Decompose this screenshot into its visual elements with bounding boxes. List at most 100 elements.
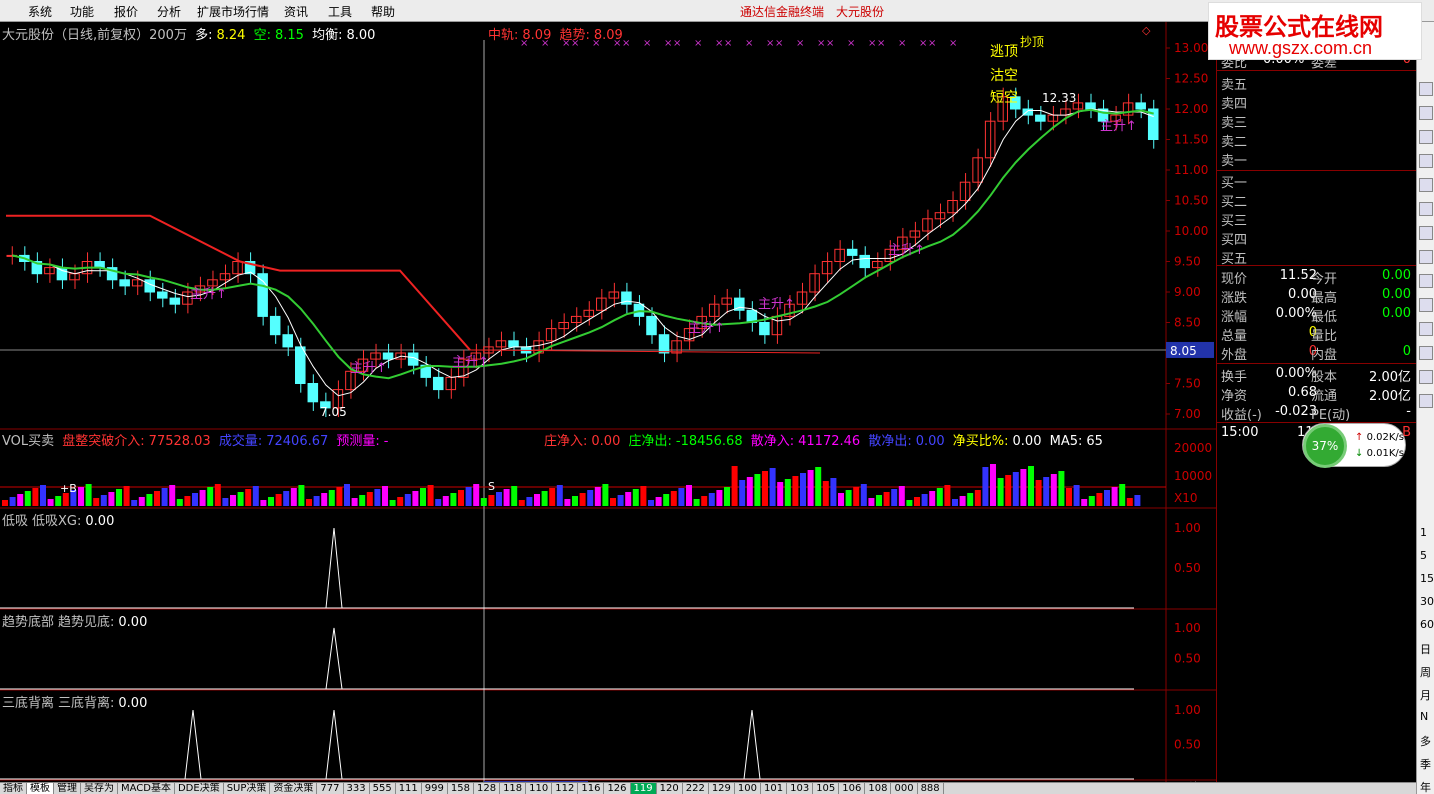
q2-label2-0: 股本 [1311,370,1338,385]
signal-main-rise-2: 主升↑ [452,355,489,370]
tab-14[interactable]: 128 [474,783,501,794]
period-4[interactable]: 60 [1420,618,1434,631]
vol-bar-145 [1104,490,1110,506]
tool-button-1[interactable] [1419,106,1433,120]
tab-1[interactable]: 模板 [27,783,54,794]
tab-3[interactable]: 吴存为 [81,783,118,794]
tab-18[interactable]: 116 [578,783,605,794]
tab-23[interactable]: 129 [709,783,735,794]
panel3-value: 0.00 [118,696,148,711]
tab-24[interactable]: 100 [735,783,761,794]
tool-button-11[interactable] [1419,346,1433,360]
tool-button-9[interactable] [1419,298,1433,312]
vol-bar-60 [458,490,464,506]
tab-9[interactable]: 333 [344,783,370,794]
chart-title: 大元股份（日线,前复权）200万 [2,28,187,43]
tool-button-12[interactable] [1419,370,1433,384]
candle-body-13 [169,297,181,305]
vol-bar-6 [47,499,54,506]
q1-label2-2: 最低 [1311,310,1338,325]
tool-button-2[interactable] [1419,130,1433,144]
signal-x-12: × [724,38,732,49]
candle-body-34 [432,376,444,391]
sj-in-value: 41172.46 [798,434,861,449]
tab-27[interactable]: 105 [813,783,840,794]
tool-button-5[interactable] [1419,202,1433,216]
vol-bar-33 [252,486,259,506]
tab-22[interactable]: 222 [683,783,709,794]
tab-6[interactable]: SUP决策 [224,783,271,794]
tab-21[interactable]: 120 [657,783,683,794]
duo-value: 8.24 [216,28,246,43]
tab-12[interactable]: 999 [422,783,448,794]
net-up-value: 0.02K/s [1366,432,1404,443]
tool-button-7[interactable] [1419,250,1433,264]
tab-11[interactable]: 111 [396,783,422,794]
tab-16[interactable]: 110 [526,783,553,794]
tab-25[interactable]: 101 [761,783,788,794]
vol-bar-38 [290,488,297,506]
period-2[interactable]: 15 [1420,572,1434,585]
tab-10[interactable]: 555 [370,783,396,794]
tab-19[interactable]: 126 [604,783,631,794]
vol-bar-56 [427,485,434,506]
candle-body-9 [119,279,130,287]
menu-extended-market[interactable]: 扩展市场行情 [197,3,269,20]
tool-button-8[interactable] [1419,274,1433,288]
tool-button-6[interactable] [1419,226,1433,240]
period-1[interactable]: 5 [1420,549,1427,562]
menu-quote[interactable]: 报价 [114,3,138,20]
menu-news[interactable]: 资讯 [284,3,308,20]
period-11[interactable]: 年 [1420,779,1431,794]
period-9[interactable]: 多 [1420,733,1431,749]
tool-button-13[interactable] [1419,394,1433,408]
menu-help[interactable]: 帮助 [371,3,395,20]
candle-body-40 [508,340,519,348]
tool-button-0[interactable] [1419,82,1433,96]
brand-title: 通达信金融终端 大元股份 [740,3,884,20]
kline-chart[interactable]: 13.00 12.50 12.00 11.50 11.00 10.50 10.00 9.50 9… [0,22,1216,794]
tab-2[interactable]: 管理 [54,783,81,794]
tool-button-10[interactable] [1419,322,1433,336]
tab-29[interactable]: 108 [865,783,892,794]
signal-x-18: × [826,38,834,49]
menu-system[interactable]: 系统 [28,3,52,20]
q2-value2-0: 2.00亿 [1369,370,1411,385]
menu-function[interactable]: 功能 [70,3,94,20]
tab-0[interactable]: 指标 [0,783,27,794]
candle-body-86 [1085,102,1096,110]
tab-13[interactable]: 158 [448,783,474,794]
tab-15[interactable]: 118 [500,783,527,794]
q2-label-0: 换手 [1221,370,1248,385]
period-10[interactable]: 季 [1420,756,1431,772]
tab-8[interactable]: 777 [317,783,344,794]
tab-17[interactable]: 112 [552,783,579,794]
vol-bar-51 [389,500,396,506]
tab-31[interactable]: 888 [918,783,944,794]
period-7[interactable]: 月 [1420,687,1431,703]
period-5[interactable]: 日 [1420,641,1431,657]
tab-7[interactable]: 资金决策 [270,783,318,794]
trend-value: 8.09 [593,28,623,43]
menu-tools[interactable]: 工具 [328,3,352,20]
vol-bar-110 [838,493,844,506]
volume-label: 成交量: [218,434,263,449]
period-8[interactable]: N [1420,710,1428,723]
chart-area[interactable]: 13.00 12.50 12.00 11.50 11.00 10.50 10.00 9.50 9… [0,22,1216,794]
candle-body-20 [257,273,268,317]
breakout-label: 盘整突破介入: [62,434,145,449]
tab-28[interactable]: 106 [839,783,866,794]
tab-30[interactable]: 000 [891,783,918,794]
signal-main-rise-5: 主升↑ [888,243,925,258]
period-6[interactable]: 周 [1420,664,1431,680]
menu-analysis[interactable]: 分析 [157,3,181,20]
tool-button-4[interactable] [1419,178,1433,192]
tab-20[interactable]: 119 [630,783,657,794]
tool-button-3[interactable] [1419,154,1433,168]
tab-5[interactable]: DDE决策 [175,783,224,794]
period-0[interactable]: 1 [1420,526,1427,539]
period-3[interactable]: 30 [1420,595,1434,608]
net-speed-widget[interactable]: 37% ↑ 0.02K/s ↓ 0.01K/s [1302,423,1406,468]
tab-26[interactable]: 103 [787,783,814,794]
tab-4[interactable]: MACD基本 [118,783,175,794]
